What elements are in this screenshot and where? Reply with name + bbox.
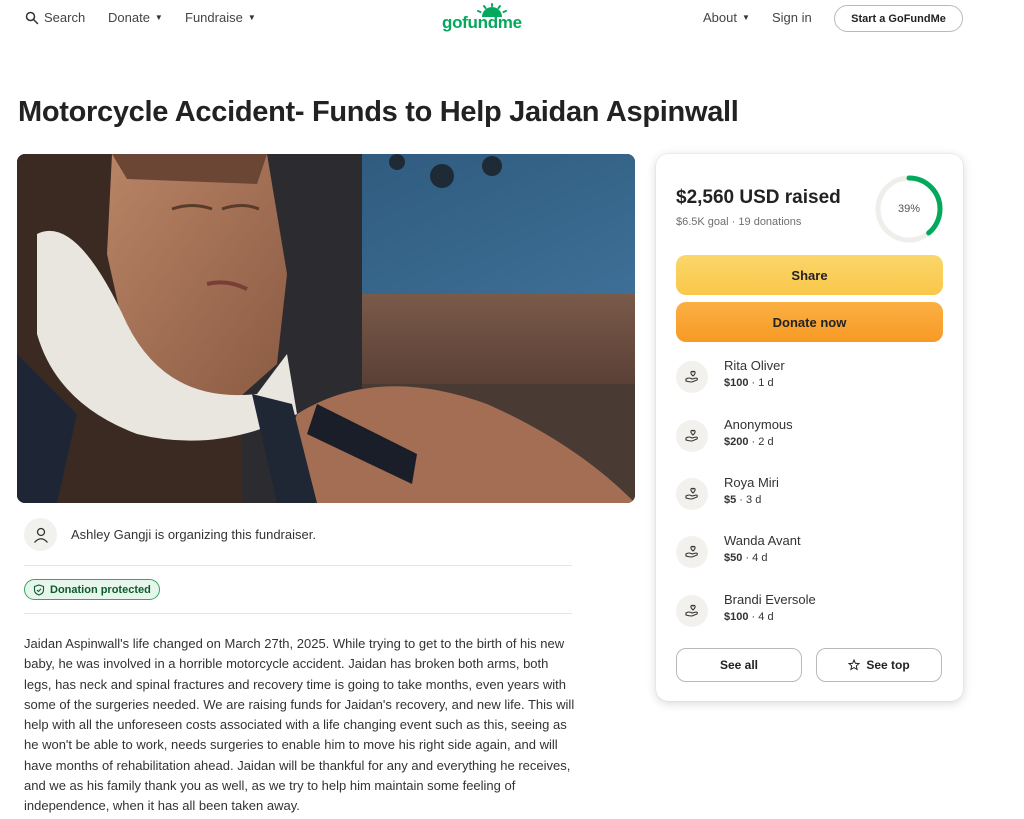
chevron-down-icon: ▼ xyxy=(741,13,750,22)
about-menu[interactable]: About ▼ xyxy=(703,10,750,25)
donor-item: Roya Miri $5 · 3 d xyxy=(676,474,936,514)
donor-time: 4 d xyxy=(758,611,774,623)
donor-amount: $5 xyxy=(724,494,737,506)
campaign-story: Jaidan Aspinwall's life changed on March… xyxy=(24,636,575,814)
fundraise-menu-label: Fundraise xyxy=(185,10,243,25)
donation-hand-icon xyxy=(676,420,708,452)
donate-now-button[interactable]: Donate now xyxy=(676,302,943,342)
donor-time: 2 d xyxy=(758,436,774,448)
donor-meta: $100 · 4 d xyxy=(724,611,774,623)
page-title: Motorcycle Accident- Funds to Help Jaida… xyxy=(18,96,739,128)
donor-time: 3 d xyxy=(746,494,762,506)
divider xyxy=(24,565,572,566)
progress-percent: 39% xyxy=(897,203,921,215)
sign-in-link[interactable]: Sign in xyxy=(772,10,812,25)
organizer-row: Ashley Gangji is organizing this fundrai… xyxy=(24,518,316,551)
chevron-down-icon: ▼ xyxy=(154,13,163,22)
start-gofundme-button[interactable]: Start a GoFundMe xyxy=(834,5,963,32)
donor-name: Anonymous xyxy=(724,417,793,432)
donation-hand-icon xyxy=(676,536,708,568)
gofundme-logo[interactable]: gofundme xyxy=(442,3,538,35)
user-icon xyxy=(33,527,48,543)
sign-in-label: Sign in xyxy=(772,10,812,25)
donor-item: Rita Oliver $100 · 1 d xyxy=(676,357,936,397)
donor-amount: $50 xyxy=(724,552,743,564)
donation-protected-label: Donation protected xyxy=(50,583,151,596)
donor-details: Rita Oliver $100 · 1 d xyxy=(724,357,785,389)
donation-protected-badge[interactable]: Donation protected xyxy=(24,579,160,600)
donation-hand-icon xyxy=(676,595,708,627)
donation-hand-icon xyxy=(676,361,708,393)
donor-name: Rita Oliver xyxy=(724,358,785,373)
donor-meta: $5 · 3 d xyxy=(724,494,762,506)
donor-item: Anonymous $200 · 2 d xyxy=(676,416,936,456)
organizer-text: Ashley Gangji is organizing this fundrai… xyxy=(71,527,316,542)
donate-menu-label: Donate xyxy=(108,10,150,25)
donor-amount: $100 xyxy=(724,611,749,623)
donor-item: Wanda Avant $50 · 4 d xyxy=(676,532,936,572)
search-label: Search xyxy=(44,10,86,25)
donor-name: Roya Miri xyxy=(724,475,779,490)
donor-details: Roya Miri $5 · 3 d xyxy=(724,474,779,506)
campaign-photo xyxy=(17,154,635,503)
see-top-label: See top xyxy=(866,658,910,672)
donor-name: Wanda Avant xyxy=(724,533,801,548)
donor-details: Brandi Eversole $100 · 4 d xyxy=(724,591,816,623)
divider xyxy=(24,613,572,614)
donor-name: Brandi Eversole xyxy=(724,592,816,607)
shield-icon xyxy=(33,583,45,596)
donor-item: Brandi Eversole $100 · 4 d xyxy=(676,591,936,631)
amount-raised: $2,560 USD raised xyxy=(676,187,841,208)
donor-amount: $200 xyxy=(724,436,749,448)
see-all-button[interactable]: See all xyxy=(676,648,802,682)
goal-summary: $6.5K goal · 19 donations xyxy=(676,216,801,228)
donor-details: Anonymous $200 · 2 d xyxy=(724,416,793,448)
see-top-button[interactable]: See top xyxy=(816,648,942,682)
donation-card: $2,560 USD raised $6.5K goal · 19 donati… xyxy=(656,154,963,701)
donate-menu[interactable]: Donate ▼ xyxy=(108,10,163,25)
donation-hand-icon xyxy=(676,478,708,510)
see-all-label: See all xyxy=(719,658,759,672)
search-icon xyxy=(25,11,39,24)
search-link[interactable]: Search xyxy=(25,10,85,25)
campaign-photo-illustration xyxy=(17,154,635,503)
donor-meta: $100 · 1 d xyxy=(724,377,774,389)
top-nav: Search Donate ▼ Fundraise ▼ gofundme Abo… xyxy=(0,0,1024,38)
organizer-avatar[interactable] xyxy=(24,518,57,551)
donor-meta: $200 · 2 d xyxy=(724,436,774,448)
about-menu-label: About xyxy=(703,10,737,25)
donor-amount: $100 xyxy=(724,377,749,389)
logo-text: gofundme xyxy=(442,13,522,32)
donor-meta: $50 · 4 d xyxy=(724,552,768,564)
share-button[interactable]: Share xyxy=(676,255,943,295)
chevron-down-icon: ▼ xyxy=(247,13,256,22)
donation-count: 19 donations xyxy=(738,216,802,228)
donor-time: 1 d xyxy=(758,377,774,389)
fundraise-menu[interactable]: Fundraise ▼ xyxy=(185,10,256,25)
donor-details: Wanda Avant $50 · 4 d xyxy=(724,532,801,564)
star-icon xyxy=(848,659,861,671)
donor-time: 4 d xyxy=(752,552,768,564)
goal-amount: $6.5K goal xyxy=(676,216,729,228)
